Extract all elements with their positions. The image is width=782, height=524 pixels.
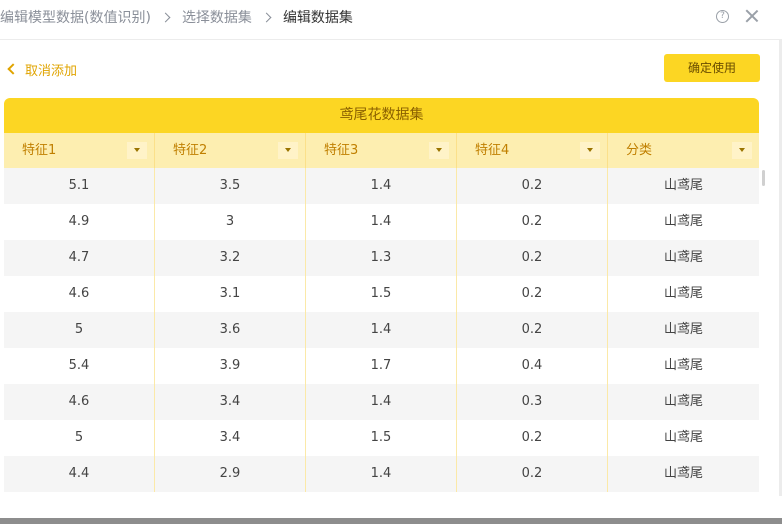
bottom-border: [0, 518, 782, 524]
help-icon[interactable]: ?: [716, 10, 729, 23]
table-cell[interactable]: 5: [4, 420, 155, 456]
table-title: 鸢尾花数据集: [4, 98, 759, 133]
dropdown-arrow-icon[interactable]: [580, 142, 600, 159]
table-cell[interactable]: 山鸢尾: [608, 348, 759, 384]
table-cell[interactable]: 0.2: [457, 456, 608, 492]
breadcrumb-edit-dataset: 编辑数据集: [282, 10, 353, 26]
table-cell[interactable]: 3.4: [155, 384, 306, 420]
table-row: 5 3.4 1.5 0.2 山鸢尾: [4, 420, 759, 456]
table-cell[interactable]: 0.4: [457, 348, 608, 384]
table-cell[interactable]: 1.4: [306, 456, 457, 492]
table-cell[interactable]: 0.2: [457, 168, 608, 204]
confirm-use-button[interactable]: 确定使用: [664, 54, 760, 82]
table-cell[interactable]: 1.3: [306, 240, 457, 276]
breadcrumb-select-dataset[interactable]: 选择数据集: [182, 7, 252, 27]
table-cell[interactable]: 4.9: [4, 204, 155, 240]
table-row: 4.9 3 1.4 0.2 山鸢尾: [4, 204, 759, 240]
chevron-right-icon: [261, 12, 272, 22]
breadcrumb-model-data[interactable]: 编辑模型数据(数值识别): [0, 7, 151, 27]
table-row: 4.7 3.2 1.3 0.2 山鸢尾: [4, 240, 759, 276]
table-cell[interactable]: 山鸢尾: [608, 204, 759, 240]
table-cell[interactable]: 5.4: [4, 348, 155, 384]
table-cell[interactable]: 1.4: [306, 204, 457, 240]
cancel-add-link[interactable]: 取消添加: [6, 59, 77, 79]
table-cell[interactable]: 0.3: [457, 384, 608, 420]
table-cell[interactable]: 山鸢尾: [608, 456, 759, 492]
table-cell[interactable]: 3.5: [155, 168, 306, 204]
table-cell[interactable]: 1.4: [306, 312, 457, 348]
close-icon[interactable]: [745, 9, 759, 23]
table-cell[interactable]: 1.4: [306, 168, 457, 204]
dropdown-arrow-icon[interactable]: [732, 142, 752, 159]
vertical-scrollbar[interactable]: [762, 170, 765, 186]
table-cell[interactable]: 0.2: [457, 240, 608, 276]
table-cell[interactable]: 4.4: [4, 456, 155, 492]
table-cell[interactable]: 山鸢尾: [608, 312, 759, 348]
dropdown-arrow-icon[interactable]: [127, 142, 147, 159]
table-cell[interactable]: 4.6: [4, 384, 155, 420]
table-cell[interactable]: 0.2: [457, 420, 608, 456]
table-cell[interactable]: 4.6: [4, 276, 155, 312]
table-cell[interactable]: 4.7: [4, 240, 155, 276]
table-cell[interactable]: 山鸢尾: [608, 384, 759, 420]
table-cell[interactable]: 山鸢尾: [608, 420, 759, 456]
chevron-left-icon: [7, 63, 19, 75]
table-cell[interactable]: 3.2: [155, 240, 306, 276]
table-cell[interactable]: 0.2: [457, 312, 608, 348]
column-header-label: 特征3: [324, 143, 359, 158]
table-cell[interactable]: 山鸢尾: [608, 168, 759, 204]
column-header-label: 分类: [626, 143, 653, 158]
table-header: 特征1 特征2 特征3 特征4 分类: [4, 133, 759, 168]
table-row: 4.4 2.9 1.4 0.2 山鸢尾: [4, 456, 759, 492]
dropdown-arrow-icon[interactable]: [278, 142, 298, 159]
table-cell[interactable]: 5: [4, 312, 155, 348]
chevron-right-icon: [160, 12, 171, 22]
table-cell[interactable]: 3.6: [155, 312, 306, 348]
table-cell[interactable]: 2.9: [155, 456, 306, 492]
column-header-label: 特征1: [22, 143, 57, 158]
table-cell[interactable]: 5.1: [4, 168, 155, 204]
table-row: 5 3.6 1.4 0.2 山鸢尾: [4, 312, 759, 348]
breadcrumb: 编辑模型数据(数值识别) 选择数据集 编辑数据集: [0, 6, 353, 28]
dataset-table: 鸢尾花数据集 特征1 特征2 特征3 特征4 分类 5.1 3.5 1.4 0.…: [4, 98, 759, 496]
column-header-feature2: 特征2: [155, 133, 306, 168]
cancel-add-label: 取消添加: [25, 63, 78, 79]
top-bar: 编辑模型数据(数值识别) 选择数据集 编辑数据集 ?: [0, 0, 782, 40]
column-header-feature4: 特征4: [457, 133, 608, 168]
column-header-label: 特征4: [475, 143, 510, 158]
table-row: 4.6 3.4 1.4 0.3 山鸢尾: [4, 384, 759, 420]
column-header-label: 特征2: [173, 143, 208, 158]
dropdown-arrow-icon[interactable]: [429, 142, 449, 159]
table-cell[interactable]: 山鸢尾: [608, 240, 759, 276]
table-row: 4.6 3.1 1.5 0.2 山鸢尾: [4, 276, 759, 312]
table-cell[interactable]: 山鸢尾: [608, 276, 759, 312]
table-row: 5.1 3.5 1.4 0.2 山鸢尾: [4, 168, 759, 204]
table-cell[interactable]: 3: [155, 204, 306, 240]
table-cell[interactable]: 3.9: [155, 348, 306, 384]
table-cell[interactable]: 3.1: [155, 276, 306, 312]
column-header-feature3: 特征3: [306, 133, 457, 168]
table-cell[interactable]: 1.7: [306, 348, 457, 384]
column-header-class: 分类: [608, 133, 759, 168]
column-header-feature1: 特征1: [4, 133, 155, 168]
table-cell[interactable]: 3.4: [155, 420, 306, 456]
table-body: 5.1 3.5 1.4 0.2 山鸢尾 4.9 3 1.4 0.2 山鸢尾 4.…: [4, 168, 759, 496]
table-cell[interactable]: 1.4: [306, 384, 457, 420]
table-cell[interactable]: 0.2: [457, 204, 608, 240]
table-row: 5.4 3.9 1.7 0.4 山鸢尾: [4, 348, 759, 384]
table-cell[interactable]: 0.2: [457, 276, 608, 312]
table-cell[interactable]: 1.5: [306, 420, 457, 456]
table-cell[interactable]: 1.5: [306, 276, 457, 312]
